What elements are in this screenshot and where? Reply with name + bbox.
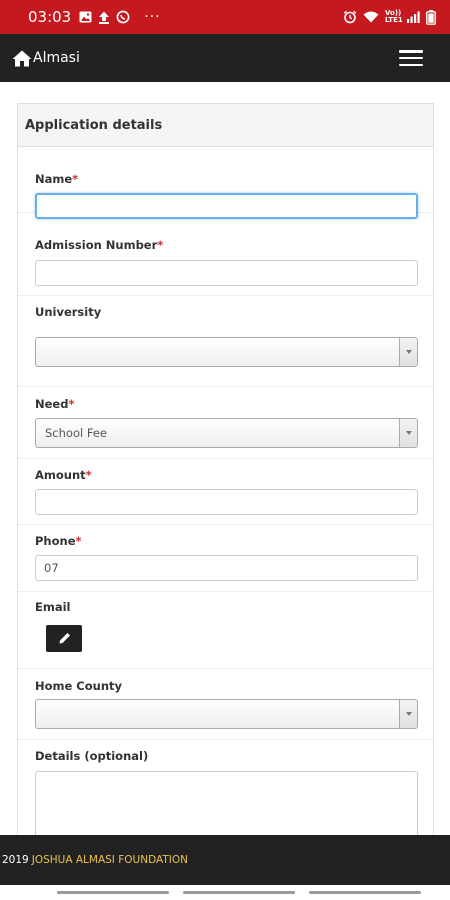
brand-link[interactable]: Almasi: [12, 50, 80, 67]
status-time: 03:03: [28, 8, 72, 26]
wifi-icon: [363, 11, 379, 23]
admission-number-label: Admission Number*: [35, 238, 164, 252]
amount-group: Amount*: [18, 459, 433, 525]
chevron-down-icon: [399, 338, 417, 366]
required-mark: *: [157, 238, 164, 252]
more-icon: ···: [144, 9, 161, 25]
phone-label: Phone*: [35, 534, 82, 548]
chevron-down-icon: [399, 700, 417, 728]
hamburger-icon[interactable]: [399, 50, 423, 66]
volte-icon: Vo)) LTE1: [385, 9, 403, 24]
required-mark: *: [72, 172, 79, 186]
amount-input[interactable]: [35, 489, 418, 515]
email-edit-button[interactable]: [46, 625, 82, 652]
nav-back-indicator[interactable]: [309, 891, 421, 894]
status-bar: 03:03 ··· Vo)) LTE1: [0, 0, 450, 34]
image-icon: [79, 11, 92, 23]
panel-title: Application details: [18, 104, 433, 147]
name-label: Name*: [35, 172, 79, 186]
university-select[interactable]: [35, 337, 418, 367]
nav-home-indicator[interactable]: [183, 891, 295, 894]
university-label: University: [35, 305, 102, 319]
required-mark: *: [68, 397, 75, 411]
admission-number-group: Admission Number*: [18, 230, 433, 296]
home-county-group: Home County: [18, 669, 433, 740]
home-county-label: Home County: [35, 679, 123, 693]
phone-group: Phone* 07: [18, 525, 433, 592]
need-group: Need* School Fee: [18, 387, 433, 459]
details-textarea[interactable]: [35, 771, 418, 843]
brand-name: Almasi: [33, 50, 80, 66]
details-label: Details (optional): [35, 749, 149, 763]
whatsapp-icon: [116, 10, 130, 24]
application-panel: Application details Name* Admission Numb…: [17, 103, 434, 843]
name-group: Name*: [18, 147, 433, 219]
home-county-select[interactable]: [35, 699, 418, 729]
required-mark: *: [75, 534, 82, 548]
volte-label: Vo)) LTE1: [385, 9, 403, 24]
admission-number-input[interactable]: [35, 260, 418, 286]
need-select[interactable]: School Fee: [35, 418, 418, 448]
home-icon: [12, 50, 32, 67]
nav-recent-indicator[interactable]: [57, 891, 169, 894]
email-group: Email: [18, 592, 433, 669]
need-label: Need*: [35, 397, 75, 411]
need-selected: School Fee: [45, 426, 107, 440]
navbar: Almasi: [0, 34, 450, 82]
email-label: Email: [35, 600, 71, 614]
upload-icon: [98, 11, 110, 24]
signal-icon: [407, 11, 420, 23]
required-mark: *: [85, 468, 92, 482]
phone-input[interactable]: 07: [35, 555, 418, 581]
footer-year: 2019: [2, 854, 29, 866]
details-group: Details (optional): [18, 740, 433, 844]
system-nav-bar: [0, 885, 450, 900]
status-right-icons: Vo)) LTE1: [343, 9, 436, 25]
footer: 2019 JOSHUA ALMASI FOUNDATION: [0, 835, 450, 885]
alarm-icon: [343, 10, 357, 24]
footer-org-link[interactable]: JOSHUA ALMASI FOUNDATION: [32, 854, 188, 866]
name-input[interactable]: [35, 193, 418, 219]
pencil-icon: [58, 632, 71, 645]
battery-icon: [426, 9, 436, 25]
university-group: University: [18, 296, 433, 387]
status-left-icons: ···: [79, 9, 160, 25]
chevron-down-icon: [399, 419, 417, 447]
amount-label: Amount*: [35, 468, 92, 482]
